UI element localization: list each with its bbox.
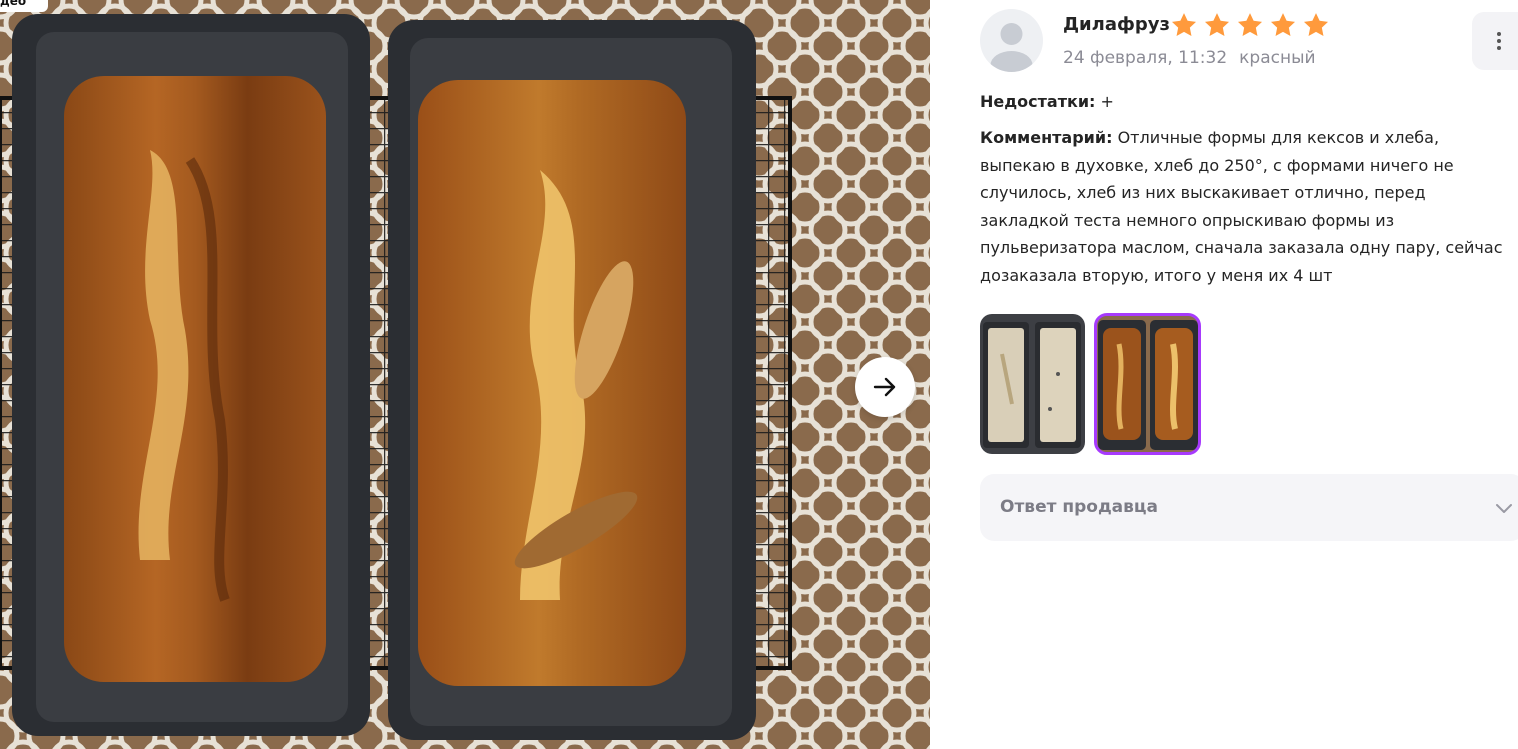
star-icon [1237,13,1263,36]
review-photo [0,0,930,749]
thumbnail-baked-bread[interactable] [1094,313,1201,455]
chevron-down-icon [1496,504,1512,513]
star-icon [1270,13,1296,36]
seller-reply-label: Ответ продавца [1000,497,1158,517]
rating-stars [1170,11,1330,39]
media-type-tab[interactable]: део [0,0,48,12]
photo-viewer[interactable]: део [0,0,930,749]
review-date: 24 февраля, 11:32 [1063,48,1228,68]
media-type-tab-label: део [0,0,27,8]
thumbnail-raw-dough[interactable] [980,314,1085,454]
avatar [980,9,1043,72]
review-cons: Недостатки: + [980,88,1510,116]
star-icon [1204,13,1230,36]
review-card: Дилафруз 24 февраля, 11:32 красный Недост… [980,0,1518,749]
seller-reply-toggle[interactable]: Ответ продавца [980,474,1518,541]
comment-text: Отличные формы для кексов и хлеба, выпек… [980,128,1503,285]
thumbnail-image [980,314,1085,454]
product-color: красный [1239,48,1316,68]
more-options-button[interactable] [1472,12,1518,70]
review-meta: 24 февраля, 11:32 красный [1063,47,1316,69]
arrow-right-icon [873,377,896,397]
review-comment: Комментарий: Отличные формы для кексов и… [980,124,1510,290]
kebab-menu-icon [1497,32,1501,50]
thumbnail-image [1095,314,1200,454]
comment-label: Комментарий: [980,128,1113,147]
user-silhouette-icon [990,23,1033,72]
next-photo-button[interactable] [855,357,915,417]
star-icon [1303,13,1329,36]
review-author: Дилафруз [1063,14,1170,35]
star-icon [1171,13,1197,36]
cons-value: + [1100,92,1114,111]
photo-thumbnails [980,313,1201,455]
cons-label: Недостатки: [980,92,1096,111]
